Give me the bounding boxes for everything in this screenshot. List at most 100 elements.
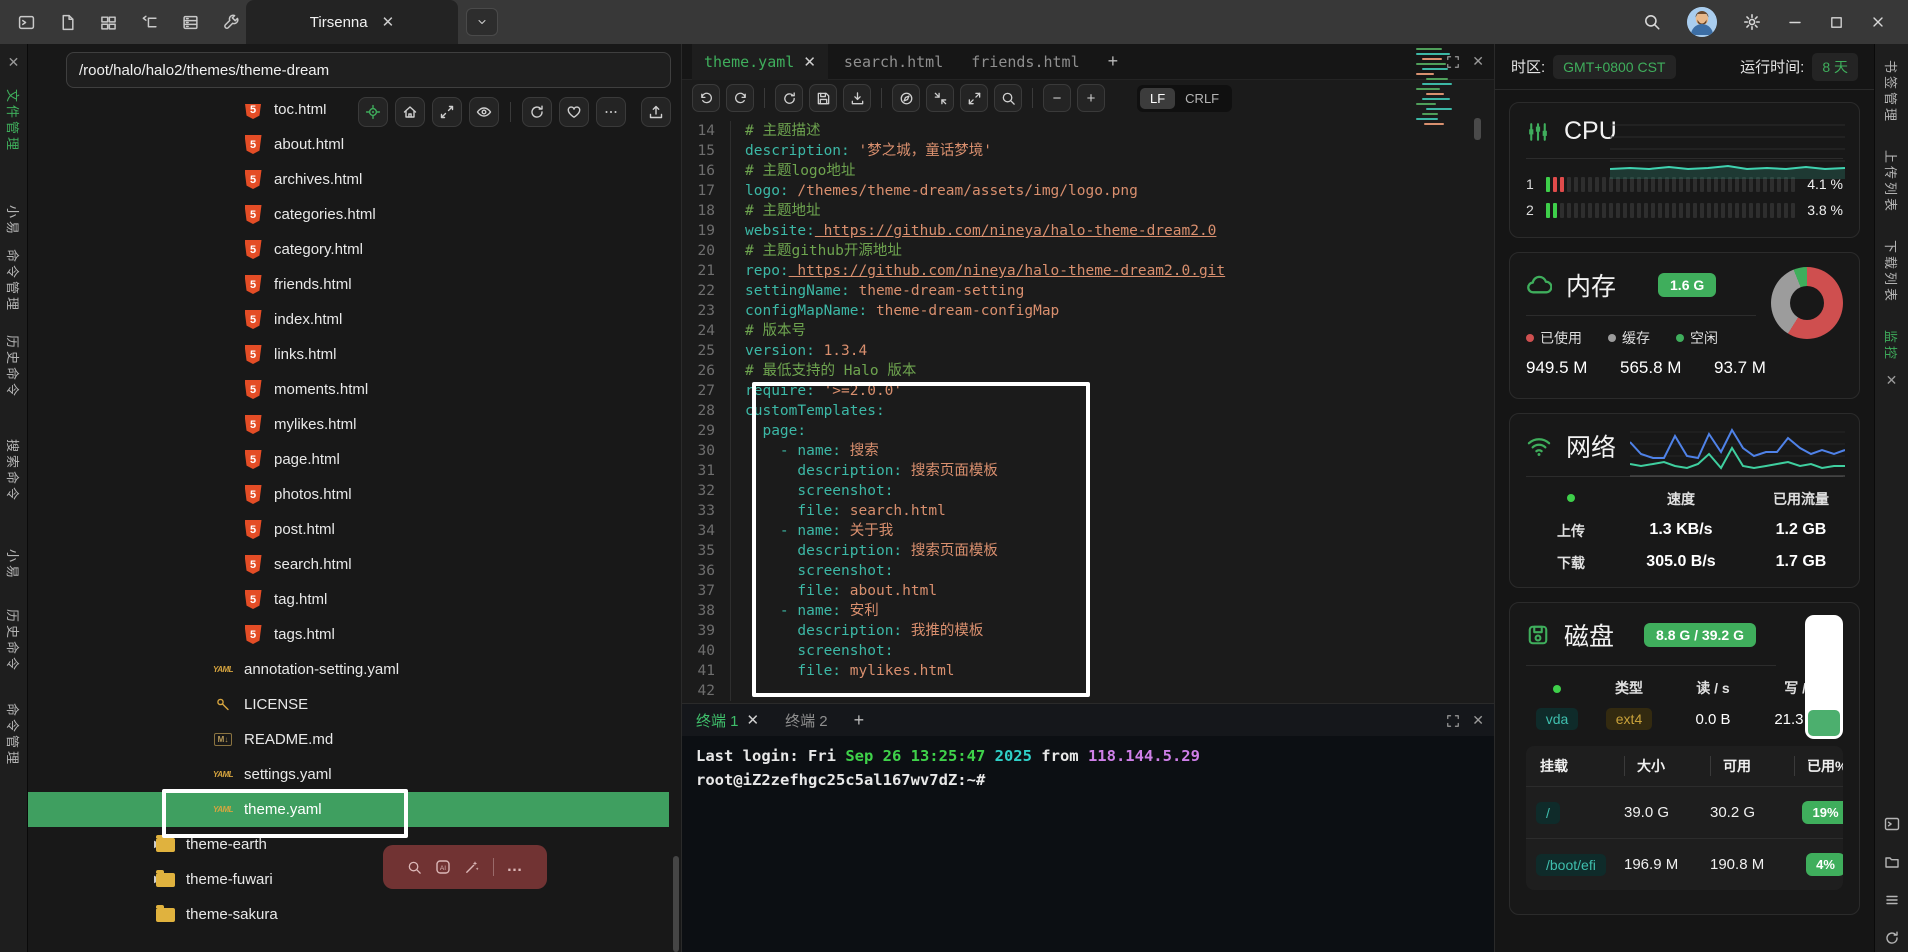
close-terminal-icon[interactable]: ✕ bbox=[1472, 712, 1484, 729]
new-terminal-tab-button[interactable]: + bbox=[854, 710, 865, 731]
reload-file-button[interactable] bbox=[775, 84, 803, 112]
monitor-close-icon[interactable]: ✕ bbox=[1886, 372, 1898, 389]
tree-row[interactable]: 5post.html bbox=[28, 512, 669, 547]
download-button[interactable] bbox=[843, 84, 871, 112]
terminal-output[interactable]: Last login: Fri Sep 26 13:25:47 2025 fro… bbox=[682, 736, 1494, 800]
tree-row[interactable]: 5links.html bbox=[28, 337, 669, 372]
wrench-icon[interactable] bbox=[223, 14, 240, 31]
redo-button[interactable] bbox=[726, 84, 754, 112]
goto-compass-button[interactable] bbox=[892, 84, 920, 112]
right-dock-item-4[interactable]: 监控 bbox=[1882, 330, 1901, 362]
monitor-panel: 时区: GMT+0800 CST 运行时间: 8 天 CPU 14.1 %23.… bbox=[1495, 44, 1874, 952]
find-button[interactable] bbox=[994, 84, 1022, 112]
tree-row[interactable]: 5search.html bbox=[28, 547, 669, 582]
context-search-icon[interactable] bbox=[407, 860, 422, 875]
mini-folder-icon[interactable] bbox=[1884, 854, 1900, 870]
sidebar-item-1[interactable]: 文件管理 bbox=[4, 89, 23, 153]
terminal-tab[interactable]: 终端 2 bbox=[785, 710, 828, 731]
terminal-window-icon[interactable] bbox=[18, 14, 35, 31]
panel-close-icon[interactable]: ✕ bbox=[8, 54, 20, 71]
session-dropdown-button[interactable] bbox=[466, 8, 498, 36]
tree-item-label: index.html bbox=[274, 311, 342, 328]
tree-row[interactable]: 5categories.html bbox=[28, 197, 669, 232]
tree-row[interactable]: 5moments.html bbox=[28, 372, 669, 407]
sidebar-item-5[interactable]: 搜索命令 bbox=[4, 439, 23, 503]
close-pane-icon[interactable]: ✕ bbox=[1472, 53, 1484, 70]
editor-tab[interactable]: search.html bbox=[832, 44, 955, 80]
tree-row[interactable]: 5about.html bbox=[28, 127, 669, 162]
editor-tab[interactable]: theme.yaml✕ bbox=[692, 44, 828, 80]
mini-list-icon[interactable] bbox=[1884, 892, 1900, 908]
sidebar-item-2[interactable]: 小易 bbox=[4, 205, 23, 237]
right-dock-item-1[interactable]: 书签管理 bbox=[1882, 60, 1901, 124]
eol-toggle[interactable]: LF CRLF bbox=[1137, 85, 1232, 112]
tree-row[interactable]: 5toc.html bbox=[28, 104, 669, 127]
path-input[interactable]: /root/halo/halo2/themes/theme-dream bbox=[66, 52, 671, 88]
zoom-out-button[interactable]: − bbox=[1043, 84, 1071, 112]
tab-close-icon[interactable]: ✕ bbox=[803, 53, 816, 71]
sidebar-item-3[interactable]: 命令管理 bbox=[4, 249, 23, 313]
tree-row[interactable]: 5friends.html bbox=[28, 267, 669, 302]
tree-row[interactable]: 5tags.html bbox=[28, 617, 669, 652]
sidebar-item-8[interactable]: 命令管理 bbox=[4, 703, 23, 767]
eol-lf[interactable]: LF bbox=[1140, 88, 1175, 109]
right-dock-item-3[interactable]: 下载列表 bbox=[1882, 240, 1901, 304]
expand-terminal-icon[interactable] bbox=[1446, 714, 1460, 728]
maximize-icon[interactable] bbox=[1829, 15, 1844, 30]
editor-scrollbar[interactable] bbox=[1474, 118, 1481, 140]
file-tree-scrollbar[interactable] bbox=[673, 856, 679, 952]
tree-row[interactable]: YAMLtheme.yaml bbox=[28, 792, 669, 827]
tab-close-icon[interactable]: ✕ bbox=[747, 711, 760, 729]
new-editor-tab-button[interactable]: + bbox=[1096, 51, 1131, 72]
tree-row[interactable]: LICENSE bbox=[28, 687, 669, 722]
titlebar: Tirsenna ✕ bbox=[0, 0, 1908, 44]
editor-tab[interactable]: friends.html bbox=[959, 44, 1091, 80]
right-dock-item-2[interactable]: 上传列表 bbox=[1882, 150, 1901, 214]
tree-row[interactable]: M↓README.md bbox=[28, 722, 669, 757]
tree-row[interactable]: 5mylikes.html bbox=[28, 407, 669, 442]
divider bbox=[1032, 88, 1033, 108]
collapse-button[interactable] bbox=[926, 84, 954, 112]
tree-row[interactable]: 5photos.html bbox=[28, 477, 669, 512]
layout-grid-icon[interactable] bbox=[100, 14, 117, 31]
zoom-in-button[interactable]: + bbox=[1077, 84, 1105, 112]
terminal-tab[interactable]: 终端 1✕ bbox=[696, 710, 759, 731]
expand-button[interactable] bbox=[960, 84, 988, 112]
disk-type-label: 类型 bbox=[1615, 678, 1643, 698]
flow-branch-icon[interactable] bbox=[141, 14, 158, 31]
sidebar-item-6[interactable]: 小易 bbox=[4, 549, 23, 581]
gear-icon[interactable] bbox=[1743, 13, 1761, 31]
eol-crlf[interactable]: CRLF bbox=[1175, 88, 1229, 109]
tree-row[interactable]: ▼theme-sakura bbox=[28, 897, 669, 932]
undo-button[interactable] bbox=[692, 84, 720, 112]
server-list-icon[interactable] bbox=[182, 14, 199, 31]
tree-row[interactable]: ▶theme-earth bbox=[28, 827, 669, 862]
sidebar-item-7[interactable]: 历史命令 bbox=[4, 609, 23, 673]
context-ai-icon[interactable]: AI bbox=[435, 859, 451, 875]
tree-row[interactable]: 5page.html bbox=[28, 442, 669, 477]
svg-text:AI: AI bbox=[439, 865, 445, 872]
session-tab-close-icon[interactable]: ✕ bbox=[382, 13, 395, 31]
code-line: 21repo: https://github.com/nineya/halo-t… bbox=[682, 261, 1494, 281]
network-card: 网络 速度已用流量上传1.3 KB/s1.2 GB下载305.0 B/s1.7 … bbox=[1509, 413, 1860, 588]
save-button[interactable] bbox=[809, 84, 837, 112]
minimize-icon[interactable] bbox=[1787, 14, 1803, 30]
tree-row[interactable]: ▶theme-fuwari bbox=[28, 862, 669, 897]
tree-row[interactable]: 5category.html bbox=[28, 232, 669, 267]
avatar[interactable] bbox=[1687, 7, 1717, 37]
mini-refresh-icon[interactable] bbox=[1884, 930, 1900, 946]
tree-row[interactable]: 5archives.html bbox=[28, 162, 669, 197]
session-tab[interactable]: Tirsenna ✕ bbox=[246, 0, 458, 44]
search-icon[interactable] bbox=[1643, 13, 1661, 31]
disk-mount-chip: /boot/efi bbox=[1536, 854, 1606, 876]
close-window-icon[interactable] bbox=[1870, 14, 1886, 30]
tree-row[interactable]: YAMLannotation-setting.yaml bbox=[28, 652, 669, 687]
sidebar-item-4[interactable]: 历史命令 bbox=[4, 335, 23, 399]
tree-row[interactable]: 5index.html bbox=[28, 302, 669, 337]
mini-terminal-icon[interactable] bbox=[1884, 816, 1900, 832]
new-document-icon[interactable] bbox=[59, 14, 76, 31]
tree-row[interactable]: 5tag.html bbox=[28, 582, 669, 617]
context-more-icon[interactable]: … bbox=[507, 858, 524, 876]
context-magic-wand-icon[interactable] bbox=[464, 859, 480, 875]
tree-row[interactable]: YAMLsettings.yaml bbox=[28, 757, 669, 792]
